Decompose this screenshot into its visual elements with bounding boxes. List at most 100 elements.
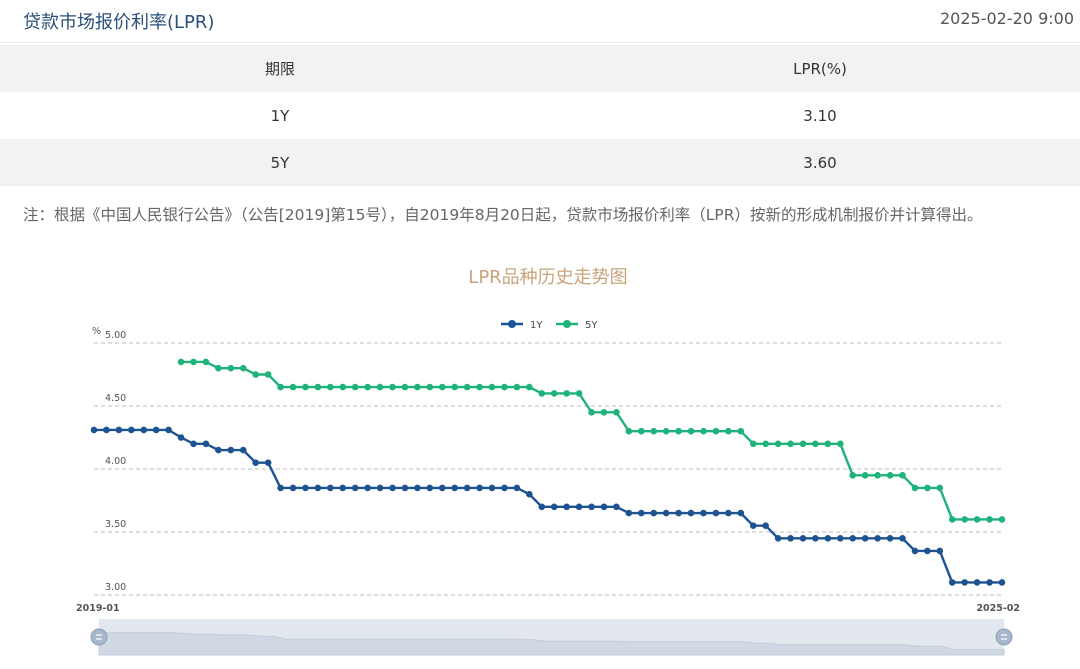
data-point-5Y[interactable]	[787, 440, 794, 448]
data-point-1Y[interactable]	[749, 522, 757, 529]
data-point-5Y[interactable]	[613, 409, 620, 416]
data-point-5Y[interactable]	[600, 409, 608, 416]
data-point-1Y[interactable]	[774, 535, 782, 542]
data-point-5Y[interactable]	[625, 427, 633, 435]
data-point-1Y[interactable]	[376, 484, 384, 492]
data-point-1Y[interactable]	[513, 484, 521, 492]
data-point-1Y[interactable]	[128, 426, 135, 434]
data-point-5Y[interactable]	[513, 383, 521, 391]
data-point-1Y[interactable]	[152, 426, 160, 434]
data-point-1Y[interactable]	[948, 579, 956, 586]
data-point-5Y[interactable]	[563, 390, 570, 397]
data-point-5Y[interactable]	[488, 383, 496, 391]
data-point-1Y[interactable]	[463, 484, 471, 492]
data-point-5Y[interactable]	[749, 440, 757, 448]
data-point-1Y[interactable]	[675, 509, 682, 517]
data-point-1Y[interactable]	[812, 535, 819, 542]
data-point-1Y[interactable]	[227, 446, 235, 454]
data-point-5Y[interactable]	[314, 383, 322, 391]
data-point-1Y[interactable]	[264, 459, 272, 466]
data-point-5Y[interactable]	[215, 364, 222, 372]
data-point-1Y[interactable]	[277, 484, 284, 492]
data-point-1Y[interactable]	[687, 509, 695, 517]
data-point-5Y[interactable]	[650, 427, 658, 435]
data-point-1Y[interactable]	[526, 490, 533, 498]
data-point-5Y[interactable]	[227, 364, 235, 372]
data-point-5Y[interactable]	[264, 371, 272, 378]
data-point-1Y[interactable]	[165, 426, 172, 434]
data-point-1Y[interactable]	[426, 484, 434, 492]
data-point-5Y[interactable]	[849, 472, 857, 479]
data-point-1Y[interactable]	[600, 503, 608, 511]
data-point-1Y[interactable]	[737, 509, 745, 517]
data-point-5Y[interactable]	[438, 383, 446, 391]
data-point-5Y[interactable]	[476, 383, 483, 391]
data-point-1Y[interactable]	[476, 484, 483, 492]
data-point-1Y[interactable]	[302, 484, 309, 492]
data-point-1Y[interactable]	[575, 503, 583, 511]
slider-handle-left[interactable]	[90, 628, 108, 646]
data-point-5Y[interactable]	[924, 484, 931, 492]
data-point-1Y[interactable]	[451, 484, 459, 492]
data-point-1Y[interactable]	[849, 535, 857, 542]
data-point-1Y[interactable]	[725, 509, 732, 517]
data-point-1Y[interactable]	[289, 484, 297, 492]
data-point-5Y[interactable]	[302, 383, 309, 391]
data-point-1Y[interactable]	[762, 522, 769, 529]
data-point-5Y[interactable]	[911, 484, 919, 492]
data-point-5Y[interactable]	[526, 383, 533, 391]
data-point-1Y[interactable]	[140, 426, 148, 434]
data-point-5Y[interactable]	[239, 364, 247, 372]
data-point-5Y[interactable]	[376, 383, 384, 391]
data-point-1Y[interactable]	[550, 503, 558, 511]
data-point-1Y[interactable]	[190, 440, 197, 448]
data-point-5Y[interactable]	[202, 358, 210, 366]
data-point-5Y[interactable]	[637, 427, 645, 435]
data-point-1Y[interactable]	[314, 484, 322, 492]
data-point-5Y[interactable]	[837, 440, 844, 448]
data-point-5Y[interactable]	[364, 383, 371, 391]
data-point-5Y[interactable]	[550, 390, 558, 397]
data-point-1Y[interactable]	[115, 426, 123, 434]
data-point-1Y[interactable]	[973, 579, 981, 586]
data-point-1Y[interactable]	[986, 579, 993, 586]
data-point-1Y[interactable]	[438, 484, 446, 492]
data-point-5Y[interactable]	[886, 472, 894, 479]
data-point-1Y[interactable]	[662, 509, 670, 517]
data-point-5Y[interactable]	[351, 383, 359, 391]
data-point-5Y[interactable]	[675, 427, 682, 435]
data-point-5Y[interactable]	[986, 516, 993, 523]
data-point-1Y[interactable]	[924, 547, 931, 555]
data-point-1Y[interactable]	[401, 484, 409, 492]
data-point-5Y[interactable]	[588, 409, 595, 416]
data-point-1Y[interactable]	[389, 484, 396, 492]
data-point-1Y[interactable]	[90, 426, 98, 434]
data-point-5Y[interactable]	[538, 390, 546, 397]
data-point-5Y[interactable]	[662, 427, 670, 435]
data-point-1Y[interactable]	[414, 484, 421, 492]
data-point-5Y[interactable]	[277, 383, 284, 391]
data-point-5Y[interactable]	[575, 390, 583, 397]
data-point-5Y[interactable]	[824, 440, 832, 448]
data-point-5Y[interactable]	[339, 383, 347, 391]
data-point-5Y[interactable]	[737, 427, 745, 435]
data-point-1Y[interactable]	[874, 535, 881, 542]
data-point-1Y[interactable]	[501, 484, 508, 492]
data-point-1Y[interactable]	[886, 535, 894, 542]
data-point-5Y[interactable]	[948, 516, 956, 523]
data-point-5Y[interactable]	[899, 472, 906, 479]
data-point-1Y[interactable]	[351, 484, 359, 492]
data-point-1Y[interactable]	[488, 484, 496, 492]
data-point-1Y[interactable]	[252, 459, 259, 466]
data-point-5Y[interactable]	[289, 383, 297, 391]
data-point-1Y[interactable]	[538, 503, 546, 511]
data-point-1Y[interactable]	[613, 503, 620, 511]
data-point-1Y[interactable]	[103, 426, 110, 434]
slider-handle-right[interactable]	[995, 628, 1013, 646]
data-point-5Y[interactable]	[973, 516, 981, 523]
data-point-1Y[interactable]	[563, 503, 570, 511]
data-point-1Y[interactable]	[787, 535, 794, 542]
data-point-5Y[interactable]	[799, 440, 807, 448]
data-point-5Y[interactable]	[389, 383, 396, 391]
data-point-1Y[interactable]	[650, 509, 658, 517]
